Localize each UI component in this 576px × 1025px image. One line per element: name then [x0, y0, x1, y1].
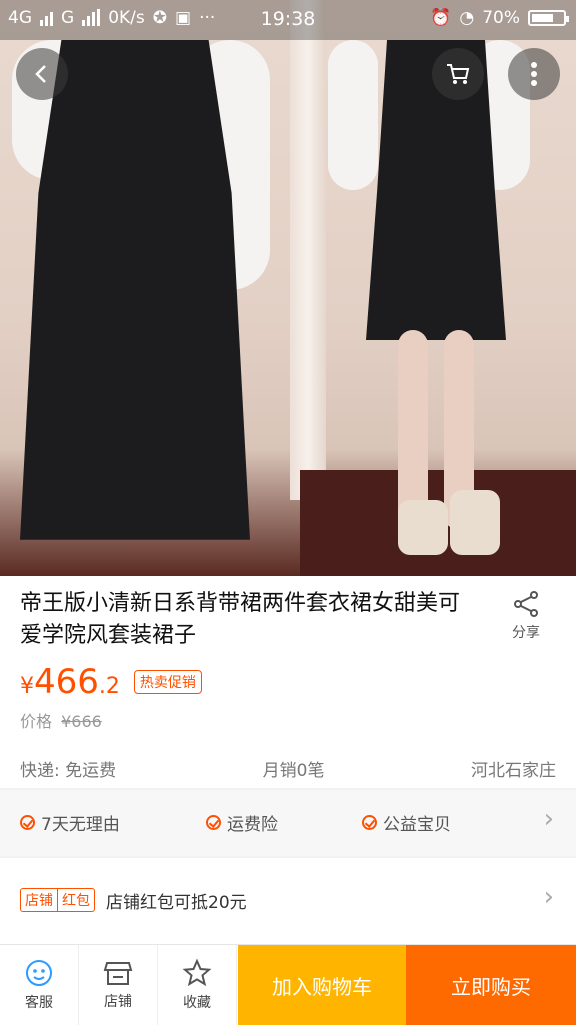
price-symbol: ¥: [20, 674, 34, 699]
monthly-sales: 月销0笔: [262, 761, 325, 781]
price-decimal: .2: [98, 674, 120, 699]
location: 河北石家庄: [471, 761, 556, 781]
check-circle-icon: [206, 815, 221, 830]
service-guarantees[interactable]: 7天无理由 运费险 公益宝贝 ›: [0, 790, 576, 856]
wifi-icon: ◔: [459, 8, 475, 28]
coupon-tag: 店铺 红包: [20, 888, 95, 912]
service-item: 7天无理由: [20, 810, 120, 835]
customer-service-button[interactable]: 客服: [0, 945, 79, 1025]
curtain-decoration: [290, 0, 326, 500]
favorite-button[interactable]: 收藏: [158, 945, 237, 1025]
cart-icon: [447, 64, 470, 84]
model-right-shoe-2: [450, 490, 500, 555]
share-button[interactable]: 分享: [498, 590, 554, 642]
check-circle-icon: [20, 815, 35, 830]
model-left-dress: [20, 40, 250, 540]
favorite-label: 收藏: [183, 995, 211, 1011]
coupon-tag-redpacket: 红包: [57, 889, 94, 911]
add-to-cart-button[interactable]: 加入购物车: [238, 945, 406, 1025]
model-right-shoe-1: [398, 500, 448, 555]
service-label: 运费险: [227, 815, 278, 835]
chevron-right-icon: ›: [543, 804, 554, 834]
product-info: 帝王版小清新日系背带裙两件套衣裙女甜美可爱学院风套装裙子 分享 ¥ 466 .2…: [0, 576, 576, 788]
coupon-tag-shop: 店铺: [25, 893, 53, 909]
buy-now-button[interactable]: 立即购买: [406, 945, 576, 1025]
product-title: 帝王版小清新日系背带裙两件套衣裙女甜美可爱学院风套装裙子: [20, 591, 461, 648]
customer-service-label: 客服: [25, 995, 53, 1011]
check-circle-icon: [362, 815, 377, 830]
battery-icon: [528, 10, 569, 26]
service-label: 7天无理由: [41, 815, 120, 835]
battery-fill: [532, 14, 553, 22]
coupon-text: 店铺红包可抵20元: [106, 893, 247, 913]
shop-label: 店铺: [104, 994, 132, 1010]
shop-button[interactable]: 店铺: [79, 945, 158, 1025]
status-bar: 4G G 0K/s ✪ ▣ ··· 19:38 ⏰ ◔ 70%: [0, 0, 576, 40]
service-item: 运费险: [206, 810, 278, 835]
promo-badge: 热卖促销: [133, 670, 202, 694]
shipping-info: 快递: 免运费: [20, 761, 117, 781]
back-icon: [35, 65, 46, 83]
share-label: 分享: [512, 625, 540, 641]
battery-percent: 70%: [482, 8, 520, 28]
share-icon: [514, 591, 538, 617]
service-label: 公益宝贝: [383, 815, 451, 835]
bottom-action-bar: 客服 店铺 收藏 加入购物车 立即购买: [0, 944, 576, 1025]
price-integer: 466: [34, 662, 99, 702]
customer-service-icon: [26, 960, 52, 986]
original-price-label: 价格: [20, 712, 53, 731]
service-item: 公益宝贝: [362, 810, 451, 835]
cart-button[interactable]: [432, 48, 484, 100]
product-image[interactable]: [0, 0, 576, 576]
model-right-arm-left: [328, 40, 378, 190]
alarm-icon: ⏰: [430, 8, 452, 28]
product-meta: 快递: 免运费 月销0笔 河北石家庄: [20, 756, 556, 781]
star-icon: [182, 958, 212, 987]
original-price: 价格 ¥666: [20, 708, 102, 732]
original-price-value: ¥666: [61, 712, 102, 731]
more-icon: [531, 62, 537, 86]
shop-icon: [103, 962, 133, 985]
chevron-right-icon: ›: [543, 882, 554, 912]
price: ¥ 466 .2 热卖促销: [20, 662, 202, 702]
shop-coupon-row[interactable]: 店铺 红包 店铺红包可抵20元 ›: [0, 858, 576, 944]
back-button[interactable]: [16, 48, 68, 100]
more-button[interactable]: [508, 48, 560, 100]
